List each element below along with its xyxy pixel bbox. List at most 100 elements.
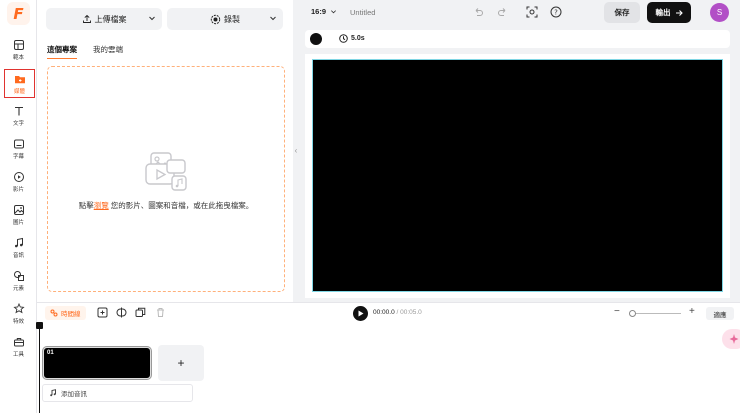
rail-item-video[interactable]: 影片 [0, 167, 37, 197]
background-color-picker[interactable] [310, 33, 322, 45]
rail-item-image[interactable]: 圖片 [0, 200, 37, 230]
add-audio-button[interactable]: 添加音訊 [42, 384, 193, 402]
chevron-down-icon [331, 10, 337, 14]
upload-icon [82, 14, 91, 23]
add-scene-icon[interactable] [97, 307, 108, 318]
current-time: 00:00.0 [373, 309, 395, 316]
video-icon [13, 172, 24, 182]
arrow-right-icon [675, 9, 683, 16]
play-icon [358, 310, 364, 317]
timeline-icon [50, 309, 58, 317]
audio-icon [14, 237, 23, 248]
elements-icon [13, 271, 24, 281]
plus-icon: + [177, 356, 185, 370]
screenshot-icon[interactable] [525, 5, 539, 19]
file-dropzone[interactable]: 點擊瀏覽 您的影片、圖案和音檔，或在此拖曳檔案。 [47, 66, 285, 292]
redo-icon[interactable] [495, 5, 509, 19]
logo-letter: F [13, 4, 24, 23]
media-folder-icon [14, 76, 25, 84]
record-button[interactable]: 錄製 [167, 8, 283, 30]
effects-icon [12, 303, 25, 314]
upload-label: 上傳檔案 [94, 14, 127, 24]
ai-assistant-button[interactable] [722, 329, 740, 349]
delete-icon[interactable] [155, 307, 166, 318]
help-icon[interactable]: ? [549, 5, 563, 19]
rail-item-label: 圖片 [12, 220, 24, 226]
undo-icon[interactable] [471, 5, 485, 19]
timeline-toolbar: 時間線 00:00.0 / 00:05.0 − + 適應 [37, 302, 740, 322]
split-icon[interactable] [116, 307, 127, 318]
clock-icon [339, 34, 348, 43]
rail-item-media[interactable]: 媒體 [4, 69, 35, 98]
timeline-clip[interactable]: 01 [42, 346, 152, 380]
total-time: 00:05.0 [400, 309, 422, 316]
canvas-control-bar: 5.0s [305, 30, 730, 48]
zoom-out-button[interactable]: − [614, 306, 620, 317]
user-avatar[interactable]: S [710, 3, 729, 22]
duration-control[interactable]: 5.0s [339, 34, 365, 43]
play-button[interactable] [353, 306, 368, 321]
chevron-down-icon[interactable] [148, 14, 156, 22]
zoom-in-button[interactable]: + [689, 306, 695, 317]
save-button[interactable]: 保存 [604, 2, 640, 23]
rail-item-label: 範本 [12, 55, 24, 61]
fit-button[interactable]: 適應 [706, 307, 734, 320]
add-clip-button[interactable]: + [158, 345, 204, 381]
rail-item-elements[interactable]: 元素 [0, 266, 37, 296]
text-icon [14, 106, 23, 116]
add-audio-label: 添加音訊 [61, 391, 87, 398]
canvas-area [305, 54, 730, 298]
rail-item-label: 特效 [12, 319, 24, 325]
media-panel: 上傳檔案 錄製 這個專案 我的雲端 點擊瀏覽 您的影片、圖案和音檔，或在此拖曳檔… [37, 0, 293, 302]
timeline-button-label: 時間線 [61, 311, 81, 318]
rail-item-label: 影片 [12, 187, 24, 193]
zoom-slider-knob[interactable] [629, 310, 636, 317]
subtitle-icon [13, 139, 24, 149]
record-label: 錄製 [224, 14, 240, 24]
rail-item-text[interactable]: 文字 [0, 101, 37, 131]
rail-item-effects[interactable]: 特效 [0, 299, 37, 329]
rail-item-subtitle[interactable]: 字幕 [0, 134, 37, 164]
tab-this-project[interactable]: 這個專案 [47, 44, 77, 59]
rail-item-label: 字幕 [12, 154, 24, 160]
aspect-ratio-dropdown[interactable]: 16:9 [311, 7, 337, 16]
app-logo[interactable]: F [7, 2, 30, 25]
rail-item-label: 音訊 [12, 253, 24, 259]
left-rail: F 範本 媒體 文字 字幕 影片 圖片 音訊 元素 特效 工具 [0, 0, 37, 413]
export-button[interactable]: 輸出 [647, 2, 691, 23]
rail-item-audio[interactable]: 音訊 [0, 233, 37, 263]
browse-link[interactable]: 瀏覽 [94, 201, 109, 210]
panel-tabs: 這個專案 我的雲端 [47, 44, 123, 59]
rail-item-label: 元素 [12, 286, 24, 292]
image-icon [13, 205, 24, 215]
sparkle-icon [729, 334, 739, 344]
playback-time: 00:00.0 / 00:05.0 [373, 309, 422, 316]
duplicate-icon[interactable] [135, 307, 146, 318]
rail-item-tools[interactable]: 工具 [0, 332, 37, 362]
rail-item-label: 媒體 [13, 89, 25, 95]
video-canvas[interactable] [312, 59, 723, 292]
drop-text-suffix: 您的影片、圖案和音檔，或在此拖曳檔案。 [108, 201, 254, 210]
collapse-panel-handle[interactable]: ‹ [293, 140, 299, 160]
playhead[interactable] [36, 322, 43, 413]
chevron-left-icon: ‹ [294, 145, 298, 155]
svg-text:?: ? [554, 9, 558, 17]
export-label: 輸出 [655, 8, 671, 17]
chevron-down-icon[interactable] [269, 14, 277, 22]
project-title[interactable]: Untitled [350, 8, 375, 17]
record-icon [210, 14, 221, 24]
rail-item-label: 文字 [12, 121, 24, 127]
template-icon [13, 40, 24, 50]
timeline-button[interactable]: 時間線 [45, 306, 86, 320]
duration-value: 5.0s [351, 35, 365, 42]
aspect-ratio-value: 16:9 [311, 7, 327, 16]
editor-app: F 範本 媒體 文字 字幕 影片 圖片 音訊 元素 特效 工具 上傳檔案 錄製 … [0, 0, 740, 413]
music-note-icon [50, 389, 56, 397]
tab-my-cloud[interactable]: 我的雲端 [93, 44, 123, 57]
drop-text-prefix: 點擊 [78, 201, 94, 210]
rail-item-template[interactable]: 範本 [0, 35, 37, 65]
top-bar: 16:9 Untitled ? 保存 輸出 S [300, 0, 740, 25]
upload-button[interactable]: 上傳檔案 [46, 8, 162, 30]
zoom-slider[interactable] [629, 310, 681, 317]
media-upload-illustration-icon [145, 152, 187, 191]
